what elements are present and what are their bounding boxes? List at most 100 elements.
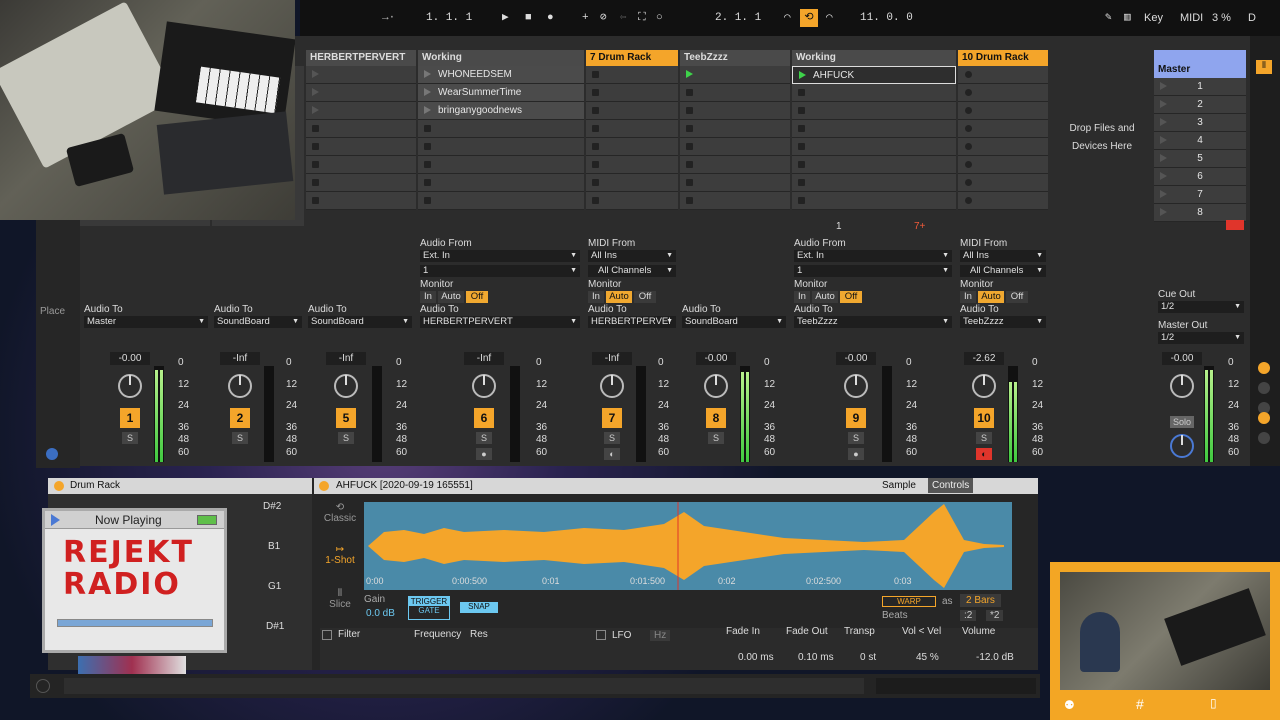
monitor-auto[interactable]: Auto bbox=[978, 291, 1004, 303]
crossfader-toggle-icon[interactable] bbox=[1258, 432, 1270, 444]
clip-slot[interactable] bbox=[418, 174, 584, 192]
clip-slot[interactable] bbox=[792, 138, 956, 156]
pan-knob[interactable] bbox=[118, 374, 142, 398]
fade-out-value[interactable]: 0.10 ms bbox=[798, 652, 834, 663]
clip-slot[interactable] bbox=[792, 84, 956, 102]
mode-slice[interactable]: ⦀ Slice bbox=[320, 588, 360, 610]
pan-knob[interactable] bbox=[228, 374, 252, 398]
monitor-in[interactable]: In bbox=[960, 291, 976, 303]
track-volume[interactable]: -2.62 bbox=[964, 352, 1004, 365]
sample-waveform[interactable]: 0:00 0:00:500 0:01 0:01:500 0:02 0:02:50… bbox=[364, 502, 1012, 590]
stop-icon[interactable]: ■ bbox=[525, 9, 539, 27]
clip-slot[interactable] bbox=[306, 138, 416, 156]
track-title[interactable]: 10 Drum Rack bbox=[958, 50, 1048, 66]
vel-vol-value[interactable]: 45 % bbox=[916, 652, 939, 663]
clip-slot[interactable] bbox=[586, 120, 678, 138]
clip-slot[interactable] bbox=[418, 156, 584, 174]
clip-slot[interactable] bbox=[792, 120, 956, 138]
clip-slot[interactable] bbox=[586, 102, 678, 120]
scene-launch[interactable]: 6 bbox=[1154, 168, 1246, 186]
track-activator[interactable]: 6 bbox=[474, 408, 494, 428]
clip-ahfuck[interactable]: AHFUCK bbox=[792, 66, 956, 84]
midi-map-button[interactable]: MIDI bbox=[1180, 9, 1210, 27]
half-button[interactable]: :2 bbox=[960, 610, 977, 621]
clip-whoneedsem[interactable]: WHONEEDSEM bbox=[418, 66, 584, 84]
audio-to-select[interactable]: TeebZzzz bbox=[960, 316, 1046, 328]
track-volume[interactable]: -Inf bbox=[592, 352, 632, 365]
track-title[interactable]: 7 Drum Rack bbox=[586, 50, 678, 66]
device-on-icon[interactable] bbox=[319, 481, 329, 491]
capture-icon[interactable]: ⛶ bbox=[638, 9, 652, 27]
double-button[interactable]: *2 bbox=[986, 610, 1004, 621]
clip-slot[interactable] bbox=[586, 84, 678, 102]
pad[interactable]: B1 bbox=[268, 541, 280, 552]
clip-slot[interactable] bbox=[418, 138, 584, 156]
monitor-auto[interactable]: Auto bbox=[438, 291, 464, 303]
track-title[interactable]: Working bbox=[792, 50, 956, 66]
monitor-off[interactable]: Off bbox=[466, 291, 488, 303]
track-activator[interactable]: 8 bbox=[706, 408, 726, 428]
clip-slot[interactable] bbox=[680, 84, 790, 102]
solo-button[interactable]: S bbox=[338, 432, 354, 444]
arm-button[interactable]: ● bbox=[848, 448, 864, 460]
track-activator[interactable]: 5 bbox=[336, 408, 356, 428]
scene-launch[interactable]: 2 bbox=[1154, 96, 1246, 114]
audio-to-select[interactable]: TeebZzzz bbox=[794, 316, 952, 328]
drum-rack-title[interactable]: Drum Rack bbox=[70, 480, 120, 491]
monitor-auto[interactable]: Auto bbox=[812, 291, 838, 303]
io-toggle-icon[interactable] bbox=[1258, 362, 1270, 374]
punch-in-icon[interactable]: ⌒ bbox=[784, 9, 798, 27]
monitor-in[interactable]: In bbox=[588, 291, 604, 303]
clip-slot[interactable] bbox=[586, 66, 678, 84]
clip-slot[interactable] bbox=[958, 84, 1048, 102]
solo-button[interactable]: S bbox=[476, 432, 492, 444]
status-icon[interactable] bbox=[36, 679, 50, 693]
trigger-gate-toggle[interactable]: TRIGGER GATE bbox=[408, 596, 450, 620]
clip-slot[interactable] bbox=[958, 174, 1048, 192]
audio-to-select[interactable]: HERBERTPERVERT bbox=[420, 316, 580, 328]
sample-tab[interactable]: Sample bbox=[882, 480, 916, 491]
audio-from-select[interactable]: Ext. In bbox=[794, 250, 952, 262]
loop-length[interactable]: 11. 0. 0 bbox=[860, 9, 930, 27]
audio-to-select[interactable]: SoundBoard bbox=[308, 316, 412, 328]
track-volume[interactable]: -Inf bbox=[220, 352, 260, 365]
monitor-off[interactable]: Off bbox=[840, 291, 862, 303]
device-icon[interactable]: ▯ bbox=[1210, 696, 1217, 710]
solo-button[interactable]: S bbox=[848, 432, 864, 444]
clip-slot[interactable] bbox=[586, 174, 678, 192]
sends-toggle-icon[interactable] bbox=[1258, 382, 1270, 394]
clip-slot[interactable] bbox=[680, 192, 790, 210]
snap-toggle[interactable]: SNAP bbox=[460, 602, 498, 613]
clip-slot[interactable] bbox=[680, 138, 790, 156]
input-channel-select[interactable]: 1 bbox=[794, 265, 952, 277]
clip-slot[interactable] bbox=[306, 84, 416, 102]
loop-switch-icon[interactable]: ⟲ bbox=[800, 9, 818, 27]
scene-launch[interactable]: 3 bbox=[1154, 114, 1246, 132]
pad[interactable]: G1 bbox=[268, 581, 281, 592]
clip-slot[interactable] bbox=[306, 66, 416, 84]
master-volume[interactable]: -0.00 bbox=[1162, 352, 1202, 365]
back-to-arrangement-icon[interactable]: ⇦ bbox=[620, 9, 634, 27]
clip-slot[interactable] bbox=[680, 66, 790, 84]
arm-button[interactable]: ◐ bbox=[976, 448, 992, 460]
browser-toggle-icon[interactable] bbox=[46, 448, 58, 460]
solo-button[interactable]: S bbox=[232, 432, 248, 444]
pan-knob[interactable] bbox=[600, 374, 624, 398]
session-record-icon[interactable]: ○ bbox=[656, 9, 670, 27]
pan-knob[interactable] bbox=[334, 374, 358, 398]
clip-slot[interactable] bbox=[958, 156, 1048, 174]
clip-slot[interactable] bbox=[958, 120, 1048, 138]
monitor-in[interactable]: In bbox=[420, 291, 436, 303]
solo-button[interactable]: S bbox=[976, 432, 992, 444]
filter-toggle[interactable] bbox=[322, 630, 332, 640]
solo-button[interactable]: S bbox=[122, 432, 138, 444]
keyboard-icon[interactable]: ▥ bbox=[1124, 9, 1138, 27]
loop-start[interactable]: 2. 1. 1 bbox=[715, 9, 785, 27]
monitor-off[interactable]: Off bbox=[634, 291, 656, 303]
audio-to-select[interactable]: HERBERTPERVEI bbox=[588, 316, 676, 328]
master-out-select[interactable]: 1/2 bbox=[1158, 332, 1244, 344]
audio-to-select[interactable]: Master bbox=[84, 316, 208, 328]
clip-slot[interactable] bbox=[418, 192, 584, 210]
clip-slot[interactable] bbox=[306, 120, 416, 138]
clip-slot[interactable] bbox=[586, 138, 678, 156]
